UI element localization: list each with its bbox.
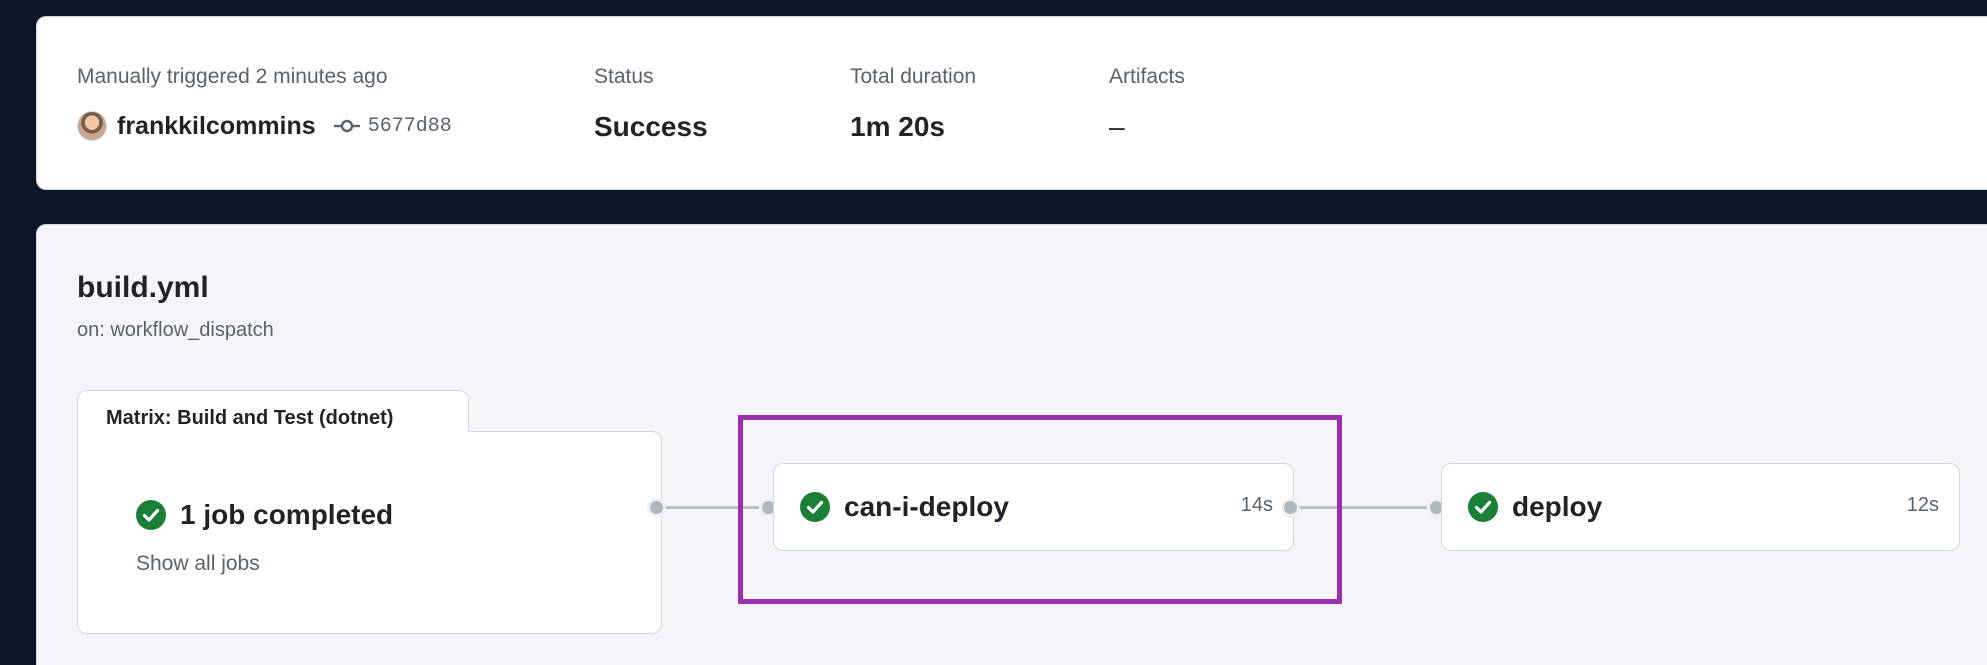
matrix-tab-joint	[78, 429, 468, 433]
connector-dot	[647, 498, 666, 517]
workflow-run-page: Manually triggered 2 minutes ago frankki…	[0, 0, 1987, 665]
job-name: deploy	[1512, 491, 1603, 522]
show-all-jobs-link[interactable]: Show all jobs	[136, 552, 260, 576]
job-can-i-deploy-header: can-i-deploy	[800, 464, 1009, 550]
workflow-trigger: on: workflow_dispatch	[77, 319, 274, 341]
job-deploy[interactable]: deploy 12s	[1441, 463, 1960, 551]
matrix-group-title: Matrix: Build and Test (dotnet)	[106, 407, 394, 429]
status-value: Success	[594, 111, 708, 142]
job-duration: 14s	[1240, 494, 1273, 516]
duration-label: Total duration	[850, 65, 977, 88]
artifacts-value: –	[1109, 111, 1125, 142]
job-can-i-deploy[interactable]: can-i-deploy 14s	[773, 463, 1294, 551]
workflow-graph-panel: build.yml on: workflow_dispatch Matrix: …	[36, 224, 1987, 665]
trigger-details: frankkilcommins 5677d88	[77, 111, 452, 141]
job-duration: 12s	[1906, 494, 1939, 516]
connector-line	[661, 506, 771, 509]
job-deploy-header: deploy	[1468, 464, 1602, 550]
check-circle-fill-icon	[1468, 492, 1498, 522]
job-name: can-i-deploy	[844, 491, 1009, 522]
artifacts-label: Artifacts	[1109, 65, 1185, 88]
commit-sha-link[interactable]: 5677d88	[368, 115, 452, 138]
git-commit-icon	[333, 119, 360, 133]
duration-value: 1m 20s	[850, 111, 945, 142]
check-circle-fill-icon	[800, 492, 830, 522]
matrix-group[interactable]: 1 job completed Show all jobs	[77, 431, 662, 634]
check-circle-fill-icon	[136, 500, 166, 530]
connector-line	[1293, 506, 1439, 509]
trigger-label: Manually triggered 2 minutes ago	[77, 65, 388, 88]
matrix-status-text: 1 job completed	[180, 499, 394, 530]
connector-dot	[1281, 498, 1300, 517]
avatar[interactable]	[77, 111, 107, 141]
run-summary-card: Manually triggered 2 minutes ago frankki…	[36, 16, 1987, 190]
actor-link[interactable]: frankkilcommins	[117, 112, 316, 141]
status-label: Status	[594, 65, 654, 88]
matrix-status: 1 job completed	[136, 499, 393, 531]
workflow-file-name: build.yml	[77, 271, 209, 304]
